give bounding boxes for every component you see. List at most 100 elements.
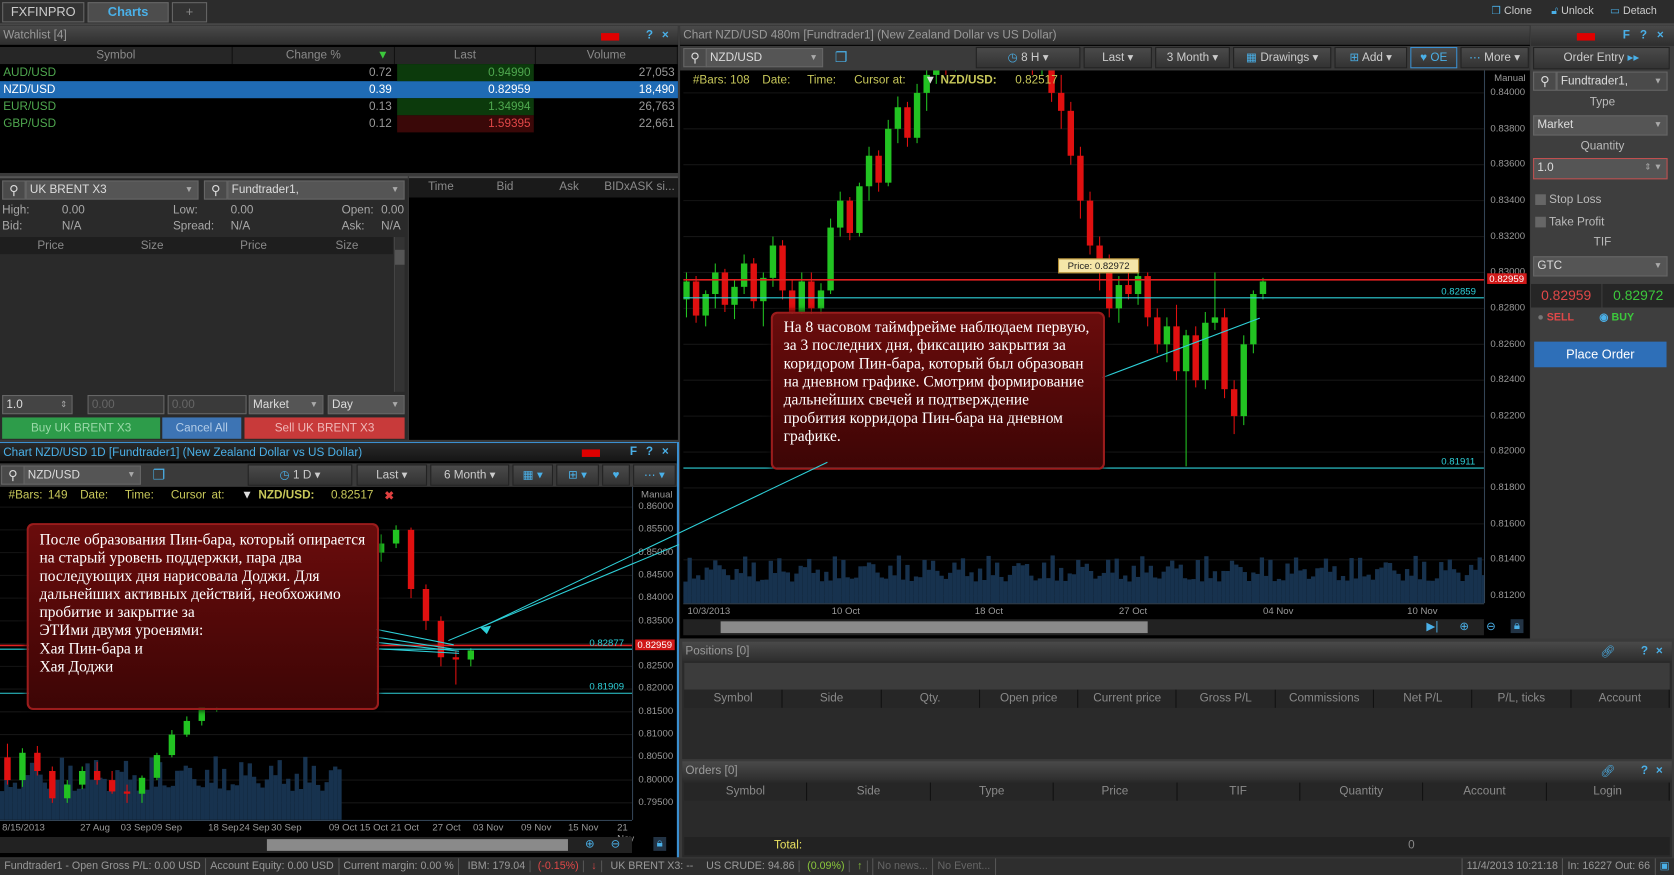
close-button[interactable]: × xyxy=(662,29,669,42)
buy-radio[interactable]: ◉ BUY xyxy=(1599,312,1634,324)
more-button[interactable]: ⋯ ▾ xyxy=(633,464,676,486)
float-button[interactable]: F xyxy=(1623,29,1630,42)
quantity-stepper[interactable]: 1.0 ⇕ ▼ xyxy=(1533,158,1668,180)
col-header[interactable]: Net P/L xyxy=(1374,689,1473,708)
symbol-select[interactable]: UK BRENT X3 ▼ xyxy=(25,180,199,200)
scrollbar-thumb[interactable] xyxy=(395,249,405,265)
limit-price-input[interactable]: 0.00 xyxy=(87,395,165,415)
zoom-in-icon[interactable]: ⊕ xyxy=(1459,619,1469,633)
price-axis[interactable]: 0.82959 Manual 0.86000 0.85500 0.85000 0.8450… xyxy=(632,486,677,820)
oe-button[interactable]: ♥ OE xyxy=(1410,46,1458,69)
range-select[interactable]: 3 Month ▾ xyxy=(1155,46,1230,69)
col-header[interactable]: P/L, ticks xyxy=(1473,689,1572,708)
col-header[interactable]: Type xyxy=(931,782,1054,801)
search-icon[interactable]: ⚲ xyxy=(1,465,25,485)
clone-button[interactable]: ❐ Clone xyxy=(1491,5,1531,17)
col-header[interactable]: Current price xyxy=(1078,689,1178,708)
tab-charts[interactable]: Charts xyxy=(87,2,169,23)
col-header[interactable]: Account xyxy=(1423,782,1547,801)
scrollbar-thumb[interactable] xyxy=(266,839,568,851)
take-profit-checkbox[interactable]: Take Profit xyxy=(1535,216,1604,228)
col-header[interactable]: Gross P/L xyxy=(1177,689,1276,708)
col-header[interactable]: Open price xyxy=(980,689,1079,708)
col-header[interactable]: Symbol xyxy=(684,782,808,801)
oe-button[interactable]: ♥ xyxy=(602,464,630,486)
watchlist-row[interactable]: EUR/USD 0.13 1.34994 26,763 xyxy=(0,98,678,116)
order-entry-title[interactable]: Order Entry ▸▸ xyxy=(1533,46,1670,70)
time-axis[interactable]: 8/15/2013 27 Aug 03 Sep 09 Sep 18 Sep 24 Sep 3… xyxy=(0,819,634,843)
search-icon[interactable]: ⚲ xyxy=(1533,71,1557,91)
ticker-ibm[interactable]: IBM: 179.04 (-0.15%) ↓ xyxy=(459,858,606,875)
watchlist-row[interactable]: GBP/USD 0.12 1.59395 22,661 xyxy=(0,115,678,133)
symbol-select[interactable]: NZD/USD ▼ xyxy=(23,465,141,485)
col-header[interactable]: Qty. xyxy=(881,689,980,708)
col-header[interactable]: Symbol xyxy=(684,689,783,708)
help-button[interactable]: ? xyxy=(1641,764,1648,777)
annotation-note[interactable]: После образования Пин-бара, который опир… xyxy=(26,523,379,710)
price-type-select[interactable]: Last ▾ xyxy=(1083,46,1152,69)
unlock-button[interactable]: 🔓︎ Unlock xyxy=(1551,5,1594,17)
watchlist-row[interactable]: NZD/USD 0.39 0.82959 18,490 xyxy=(0,81,678,99)
chat-icon[interactable]: ▣ xyxy=(1655,858,1674,875)
chart-scrollbar[interactable]: ⊕ ⊖ xyxy=(0,836,633,854)
account-select[interactable]: Fundtrader1, ▼ xyxy=(227,180,405,200)
manual-scale-label[interactable]: Manual xyxy=(641,489,673,500)
quantity-stepper[interactable]: 1.0 ⇕ xyxy=(2,395,73,415)
time-axis[interactable]: 10/3/2013 10 Oct 18 Oct 27 Oct 04 Nov 10 Nov xyxy=(683,603,1484,618)
depth-scrollbar[interactable] xyxy=(393,237,405,392)
interval-select[interactable]: ◷ 8 H ▾ xyxy=(975,46,1081,69)
windows-icon[interactable]: ❐ xyxy=(153,467,165,484)
link-icon[interactable]: 🔗︎ xyxy=(1600,764,1615,778)
close-button[interactable]: × xyxy=(662,445,669,458)
search-icon[interactable]: ⚲ xyxy=(683,48,707,68)
scrollbar-thumb[interactable] xyxy=(720,621,1148,634)
col-header[interactable]: Price xyxy=(1054,782,1178,801)
price-type-select[interactable]: Last ▾ xyxy=(356,464,428,486)
close-button[interactable]: × xyxy=(1656,645,1663,658)
ask-price[interactable]: 0.82972 xyxy=(1602,283,1674,308)
sell-button[interactable]: Sell UK BRENT X3 xyxy=(244,417,405,439)
link-icon[interactable]: 🔗︎ xyxy=(1600,645,1615,659)
stop-loss-checkbox[interactable]: Stop Loss xyxy=(1535,193,1601,206)
close-button[interactable]: × xyxy=(1657,29,1664,42)
news-ticker[interactable]: No news... xyxy=(873,858,934,875)
add-button[interactable]: ⊞ ▾ xyxy=(556,464,599,486)
zoom-out-icon[interactable]: ⊖ xyxy=(1486,619,1496,633)
drawings-button[interactable]: ▦ ▾ xyxy=(512,464,554,486)
watchlist-row[interactable]: AUD/USD 0.72 0.94990 27,053 xyxy=(0,64,678,82)
col-change[interactable]: Change % ▼ xyxy=(233,46,396,65)
zoom-in-icon[interactable]: ⊕ xyxy=(585,837,595,851)
tif-select[interactable]: GTC ▼ xyxy=(1533,256,1668,277)
price-axis[interactable]: 0.82959 Manual 0.84000 0.83800 0.83600 0.8340… xyxy=(1483,70,1530,604)
annotation-note[interactable]: На 8 часовом таймфрейме наблюдаем первую… xyxy=(770,311,1105,470)
col-header[interactable]: Commissions xyxy=(1276,689,1375,708)
lock-icon[interactable]: 🔒︎ xyxy=(1510,619,1524,634)
windows-icon[interactable]: ❐ xyxy=(835,49,847,66)
interval-select[interactable]: ◷ 1 D ▾ xyxy=(247,464,353,486)
buy-button[interactable]: Buy UK BRENT X3 xyxy=(2,417,161,439)
go-to-end-icon[interactable]: ▶| xyxy=(1426,619,1438,633)
manual-scale-label[interactable]: Manual xyxy=(1494,73,1526,84)
col-last[interactable]: Last xyxy=(395,46,536,65)
tif-select[interactable]: Day ▼ xyxy=(327,395,405,415)
col-symbol[interactable]: Symbol xyxy=(0,46,233,65)
col-header[interactable]: Account xyxy=(1571,689,1670,708)
tab-fxfinpro[interactable]: FXFINPRO xyxy=(2,2,85,23)
stop-price-input[interactable]: 0.00 xyxy=(167,395,247,415)
more-button[interactable]: ⋯ More ▾ xyxy=(1460,46,1529,69)
drawings-button[interactable]: ▦ Drawings ▾ xyxy=(1233,46,1332,69)
cancel-all-button[interactable]: Cancel All xyxy=(162,417,242,439)
ticker-crude[interactable]: US CRUDE: 94.86 (0.09%) ↑ xyxy=(698,858,874,875)
col-header[interactable]: Quantity xyxy=(1300,782,1424,801)
help-button[interactable]: ? xyxy=(1640,29,1647,42)
lock-icon[interactable]: 🔒︎ xyxy=(653,836,667,851)
col-header[interactable]: Side xyxy=(783,689,882,708)
col-header[interactable]: Side xyxy=(808,782,931,801)
order-type-select[interactable]: Market ▼ xyxy=(1533,115,1668,136)
float-button[interactable]: F xyxy=(630,445,637,458)
close-button[interactable]: × xyxy=(1656,764,1663,777)
events-ticker[interactable]: No Event... xyxy=(933,858,996,875)
help-button[interactable]: ? xyxy=(646,445,653,458)
sell-radio[interactable]: ● SELL xyxy=(1537,312,1574,324)
symbol-select[interactable]: NZD/USD ▼ xyxy=(705,48,824,68)
